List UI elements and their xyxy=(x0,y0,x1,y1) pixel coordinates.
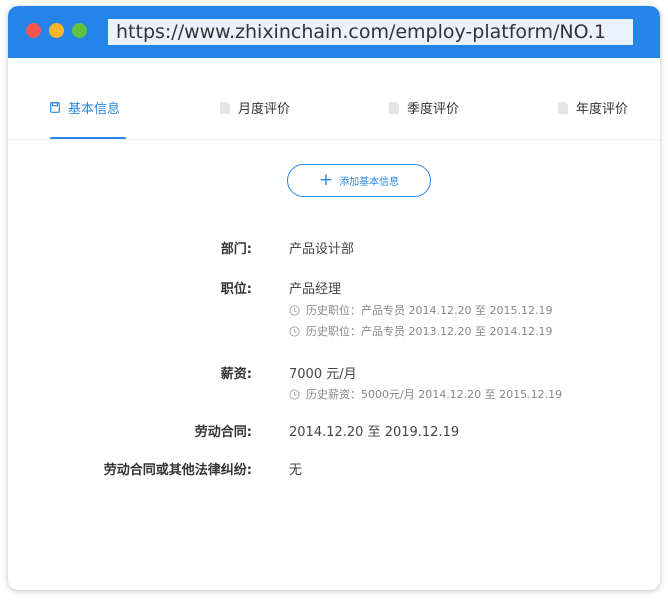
plus-icon: + xyxy=(318,170,334,190)
minimize-window-button[interactable] xyxy=(49,23,64,38)
position-history-text: 历史职位：产品专员 2013.12.20 至 2014.12.19 xyxy=(306,325,553,338)
address-bar[interactable]: https://www.zhixinchain.com/employ-platf… xyxy=(108,19,633,45)
position-label: 职位: xyxy=(220,282,252,297)
position-history-text: 历史职位：产品专员 2014.12.20 至 2015.12.19 xyxy=(306,304,553,317)
document-icon xyxy=(220,101,230,114)
url-text: https://www.zhixinchain.com/employ-platf… xyxy=(116,21,606,43)
document-icon xyxy=(558,101,568,114)
contract-value: 2014.12.20 至 2019.12.19 xyxy=(289,425,460,440)
browser-window: https://www.zhixinchain.com/employ-platf… xyxy=(8,6,660,590)
tab-monthly-review[interactable]: 月度评价 xyxy=(220,98,290,117)
department-label: 部门: xyxy=(220,242,252,257)
history-clock-icon xyxy=(289,388,300,400)
tab-divider xyxy=(8,139,660,140)
tab-quarterly-review[interactable]: 季度评价 xyxy=(389,98,459,117)
add-button-label: 添加基本信息 xyxy=(339,177,400,188)
close-window-button[interactable] xyxy=(26,23,41,38)
tab-annual-review[interactable]: 年度评价 xyxy=(558,98,628,117)
tab-basic-info[interactable]: 基本信息 xyxy=(50,98,120,117)
position-value: 产品经理 xyxy=(289,282,342,297)
save-icon xyxy=(50,101,60,114)
salary-history-text: 历史薪资：5000元/月 2014.12.20 至 2015.12.19 xyxy=(306,388,563,401)
salary-label: 薪资: xyxy=(220,367,252,382)
department-value: 产品设计部 xyxy=(289,242,355,257)
history-clock-icon xyxy=(289,325,300,337)
tab-bar: 基本信息 月度评价 季度评价 年度评价 xyxy=(8,58,660,140)
tab-label: 基本信息 xyxy=(68,102,121,117)
disputes-label: 劳动合同或其他法律纠纷: xyxy=(103,463,252,478)
tab-label: 月度评价 xyxy=(238,102,291,117)
tab-label: 季度评价 xyxy=(407,102,460,117)
salary-history-item: 历史薪资：5000元/月 2014.12.20 至 2015.12.19 xyxy=(289,386,562,402)
add-basic-info-button[interactable]: + 添加基本信息 xyxy=(287,164,431,197)
disputes-value: 无 xyxy=(289,463,303,478)
history-clock-icon xyxy=(289,304,300,316)
salary-value: 7000 元/月 xyxy=(289,367,357,382)
position-history-item: 历史职位：产品专员 2013.12.20 至 2014.12.19 xyxy=(289,323,552,339)
browser-titlebar: https://www.zhixinchain.com/employ-platf… xyxy=(8,6,660,58)
contract-label: 劳动合同: xyxy=(194,425,252,440)
tab-label: 年度评价 xyxy=(576,102,629,117)
position-history-item: 历史职位：产品专员 2014.12.20 至 2015.12.19 xyxy=(289,302,552,318)
maximize-window-button[interactable] xyxy=(72,23,87,38)
document-icon xyxy=(389,101,399,114)
